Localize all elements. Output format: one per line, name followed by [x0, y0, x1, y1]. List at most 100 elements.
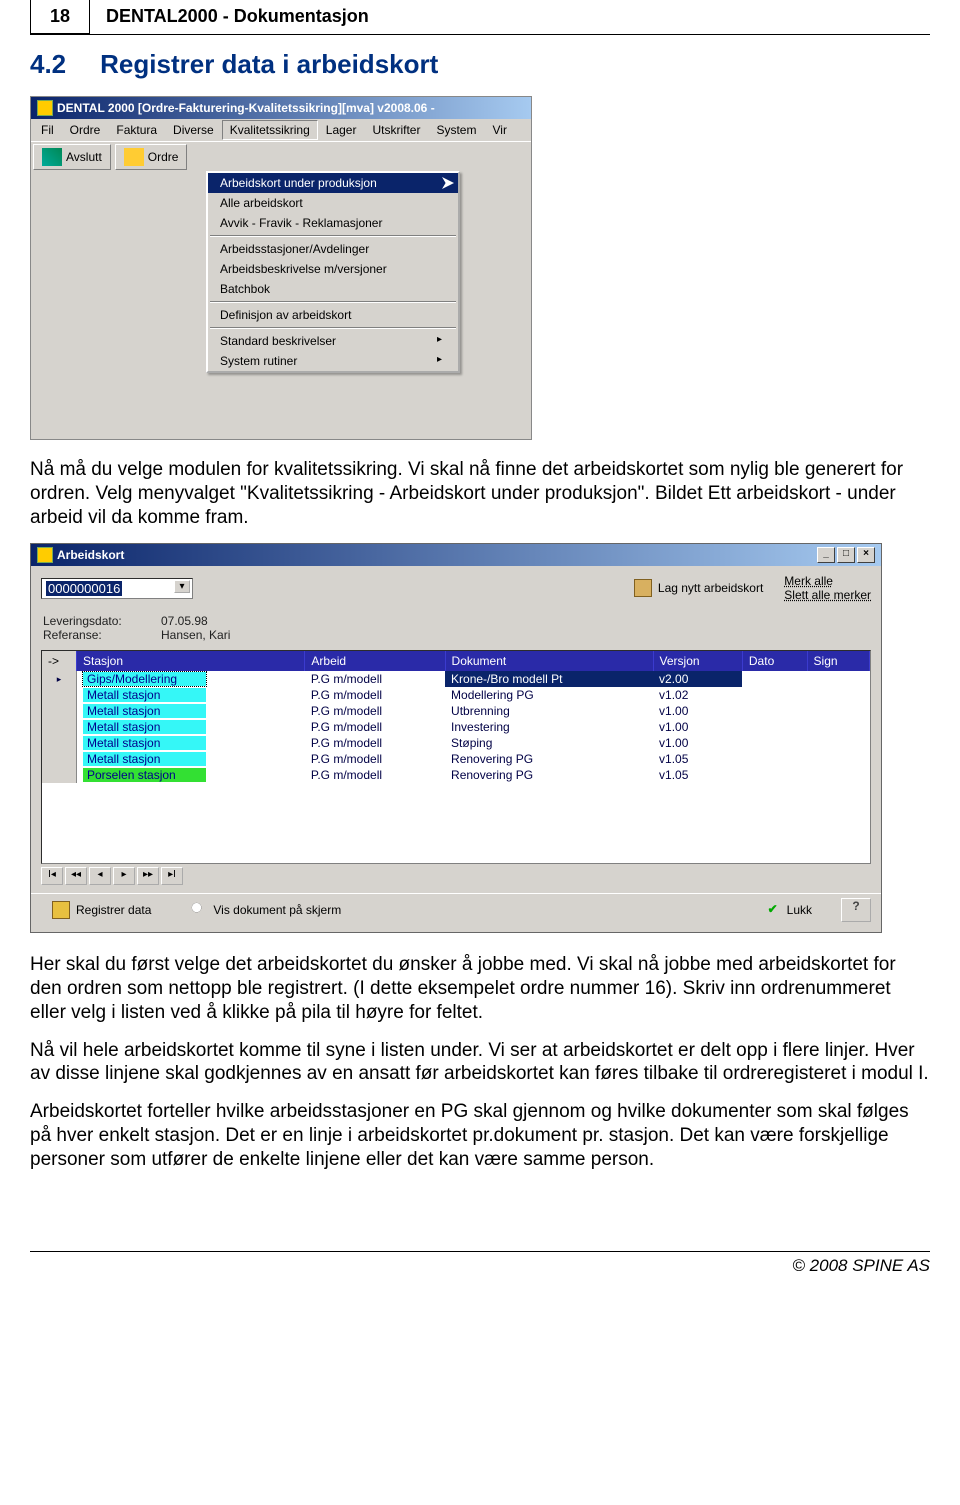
- arbeid-cell: P.G m/modell: [305, 703, 445, 719]
- menu-separator: [210, 301, 456, 303]
- menu-kvalitetssikring[interactable]: Kvalitetssikring: [222, 120, 318, 140]
- menu-item[interactable]: Arbeidsstasjoner/Avdelinger: [208, 239, 458, 259]
- arbeidskort-grid[interactable]: ->StasjonArbeidDokumentVersjonDatoSign ▸…: [41, 650, 871, 864]
- stasjon-cell: Metall stasjon: [83, 688, 206, 702]
- table-row[interactable]: Metall stasjonP.G m/modellUtbrenningv1.0…: [42, 703, 870, 719]
- nav-next-icon[interactable]: ▸: [113, 867, 135, 885]
- merk-alle-link[interactable]: Merk alle: [784, 574, 871, 588]
- page-footer: © 2008 SPINE AS: [30, 1251, 930, 1280]
- dato-cell: [742, 767, 807, 783]
- avslutt-label: Avslutt: [66, 150, 102, 164]
- table-row[interactable]: Metall stasjonP.G m/modellRenovering PGv…: [42, 751, 870, 767]
- table-row[interactable]: Metall stasjonP.G m/modellModellering PG…: [42, 687, 870, 703]
- stasjon-cell: Porselen stasjon: [83, 768, 206, 782]
- nav-prevpage-icon[interactable]: ◂◂: [65, 867, 87, 885]
- table-row[interactable]: Metall stasjonP.G m/modellStøpingv1.00: [42, 735, 870, 751]
- lukk-label: Lukk: [787, 903, 812, 917]
- nav-nextpage-icon[interactable]: ▸▸: [137, 867, 159, 885]
- dskort-button[interactable]: dskort: [450, 137, 525, 163]
- menu-system[interactable]: System: [428, 120, 484, 140]
- dokument-cell: Modellering PG: [445, 687, 653, 703]
- lag-nytt-button[interactable]: Lag nytt arbeidskort: [623, 576, 774, 600]
- menu-ordre[interactable]: Ordre: [62, 120, 109, 140]
- window-controls[interactable]: _ □ ×: [817, 547, 875, 563]
- nav-last-icon[interactable]: ▸I: [161, 867, 183, 885]
- exit-icon: [42, 148, 62, 166]
- doc-title: DENTAL2000 - Dokumentasjon: [90, 0, 369, 33]
- menubar[interactable]: FilOrdreFakturaDiverseKvalitetssikringLa…: [31, 119, 531, 141]
- minimize-icon[interactable]: _: [817, 547, 835, 563]
- menu-item[interactable]: System rutiner: [208, 351, 458, 371]
- menu-item[interactable]: Arbeidskort under produksjon: [208, 173, 458, 193]
- window-titlebar-2: Arbeidskort _ □ ×: [31, 544, 881, 566]
- menu-fil[interactable]: Fil: [33, 120, 62, 140]
- registrer-data-button[interactable]: Registrer data: [41, 898, 162, 922]
- dato-cell: [742, 703, 807, 719]
- menu-utskrifter[interactable]: Utskrifter: [364, 120, 428, 140]
- sign-cell: [807, 735, 869, 751]
- nav-prev-icon[interactable]: ◂: [89, 867, 111, 885]
- menu-faktura[interactable]: Faktura: [108, 120, 165, 140]
- vis-dokument-button[interactable]: Vis dokument på skjerm: [180, 899, 352, 921]
- check-icon: ✔: [765, 902, 781, 918]
- dato-cell: [742, 719, 807, 735]
- row-gutter: ▸: [42, 671, 77, 687]
- versjon-cell: v1.05: [653, 767, 742, 783]
- row-gutter: [42, 703, 77, 719]
- help-button[interactable]: ?: [841, 898, 871, 922]
- col-arbeid[interactable]: Arbeid: [305, 651, 445, 671]
- magnify-icon: [191, 902, 207, 918]
- versjon-cell: v1.02: [653, 687, 742, 703]
- app-icon: [37, 100, 53, 116]
- sign-cell: [807, 703, 869, 719]
- order-info: Leveringsdato: 07.05.98 Referanse: Hanse…: [31, 610, 881, 650]
- slett-merker-link[interactable]: Slett alle merker: [784, 588, 871, 602]
- referanse-label: Referanse:: [43, 628, 153, 642]
- menu-separator: [210, 235, 456, 237]
- col-dato[interactable]: Dato: [742, 651, 807, 671]
- record-navigator[interactable]: I◂ ◂◂ ◂ ▸ ▸▸ ▸I: [31, 864, 881, 893]
- stasjon-cell: Gips/Modellering: [83, 672, 206, 686]
- kvalitetssikring-dropdown[interactable]: Arbeidskort under produksjonAlle arbeids…: [206, 171, 460, 373]
- menu-item[interactable]: Alle arbeidskort: [208, 193, 458, 213]
- menu-diverse[interactable]: Diverse: [165, 120, 222, 140]
- dokument-cell: Renovering PG: [445, 751, 653, 767]
- col-stasjon[interactable]: Stasjon: [77, 651, 305, 671]
- menu-item[interactable]: Batchbok: [208, 279, 458, 299]
- stasjon-cell: Metall stasjon: [83, 736, 206, 750]
- stasjon-cell: Metall stasjon: [83, 752, 206, 766]
- table-row[interactable]: ▸Gips/ModelleringP.G m/modellKrone-/Bro …: [42, 671, 870, 687]
- ordre-label: Ordre: [148, 150, 179, 164]
- close-icon[interactable]: ×: [857, 547, 875, 563]
- col-[interactable]: ->: [42, 651, 77, 671]
- row-gutter: [42, 735, 77, 751]
- arbeid-cell: P.G m/modell: [305, 751, 445, 767]
- table-row[interactable]: Porselen stasjonP.G m/modellRenovering P…: [42, 767, 870, 783]
- col-dokument[interactable]: Dokument: [445, 651, 653, 671]
- ordre-button[interactable]: Ordre: [115, 144, 188, 170]
- leveringsdato-label: Leveringsdato:: [43, 614, 153, 628]
- menu-item[interactable]: Avvik - Fravik - Reklamasjoner: [208, 213, 458, 233]
- paragraph-4: Arbeidskortet forteller hvilke arbeidsst…: [30, 1100, 930, 1171]
- versjon-cell: v1.00: [653, 735, 742, 751]
- nav-first-icon[interactable]: I◂: [41, 867, 63, 885]
- menu-item[interactable]: Standard beskrivelser: [208, 331, 458, 351]
- avslutt-button[interactable]: Avslutt: [33, 144, 111, 170]
- screenshot-arbeidskort: Arbeidskort _ □ × 0000000016 Lag nytt ar…: [30, 543, 882, 933]
- stasjon-cell: Metall stasjon: [83, 704, 206, 718]
- sign-cell: [807, 751, 869, 767]
- menu-item[interactable]: Arbeidsbeskrivelse m/versjoner: [208, 259, 458, 279]
- menu-vir[interactable]: Vir: [484, 120, 514, 140]
- menu-lager[interactable]: Lager: [318, 120, 365, 140]
- section-number: 4.2: [30, 49, 66, 80]
- dato-cell: [742, 751, 807, 767]
- table-row[interactable]: Metall stasjonP.G m/modellInvesteringv1.…: [42, 719, 870, 735]
- col-versjon[interactable]: Versjon: [653, 651, 742, 671]
- vis-dokument-label: Vis dokument på skjerm: [213, 903, 341, 917]
- ordre-icon: [124, 148, 144, 166]
- order-combo[interactable]: 0000000016: [41, 578, 193, 599]
- lukk-button[interactable]: ✔ Lukk: [754, 899, 823, 921]
- col-sign[interactable]: Sign: [807, 651, 869, 671]
- maximize-icon[interactable]: □: [837, 547, 855, 563]
- menu-item[interactable]: Definisjon av arbeidskort: [208, 305, 458, 325]
